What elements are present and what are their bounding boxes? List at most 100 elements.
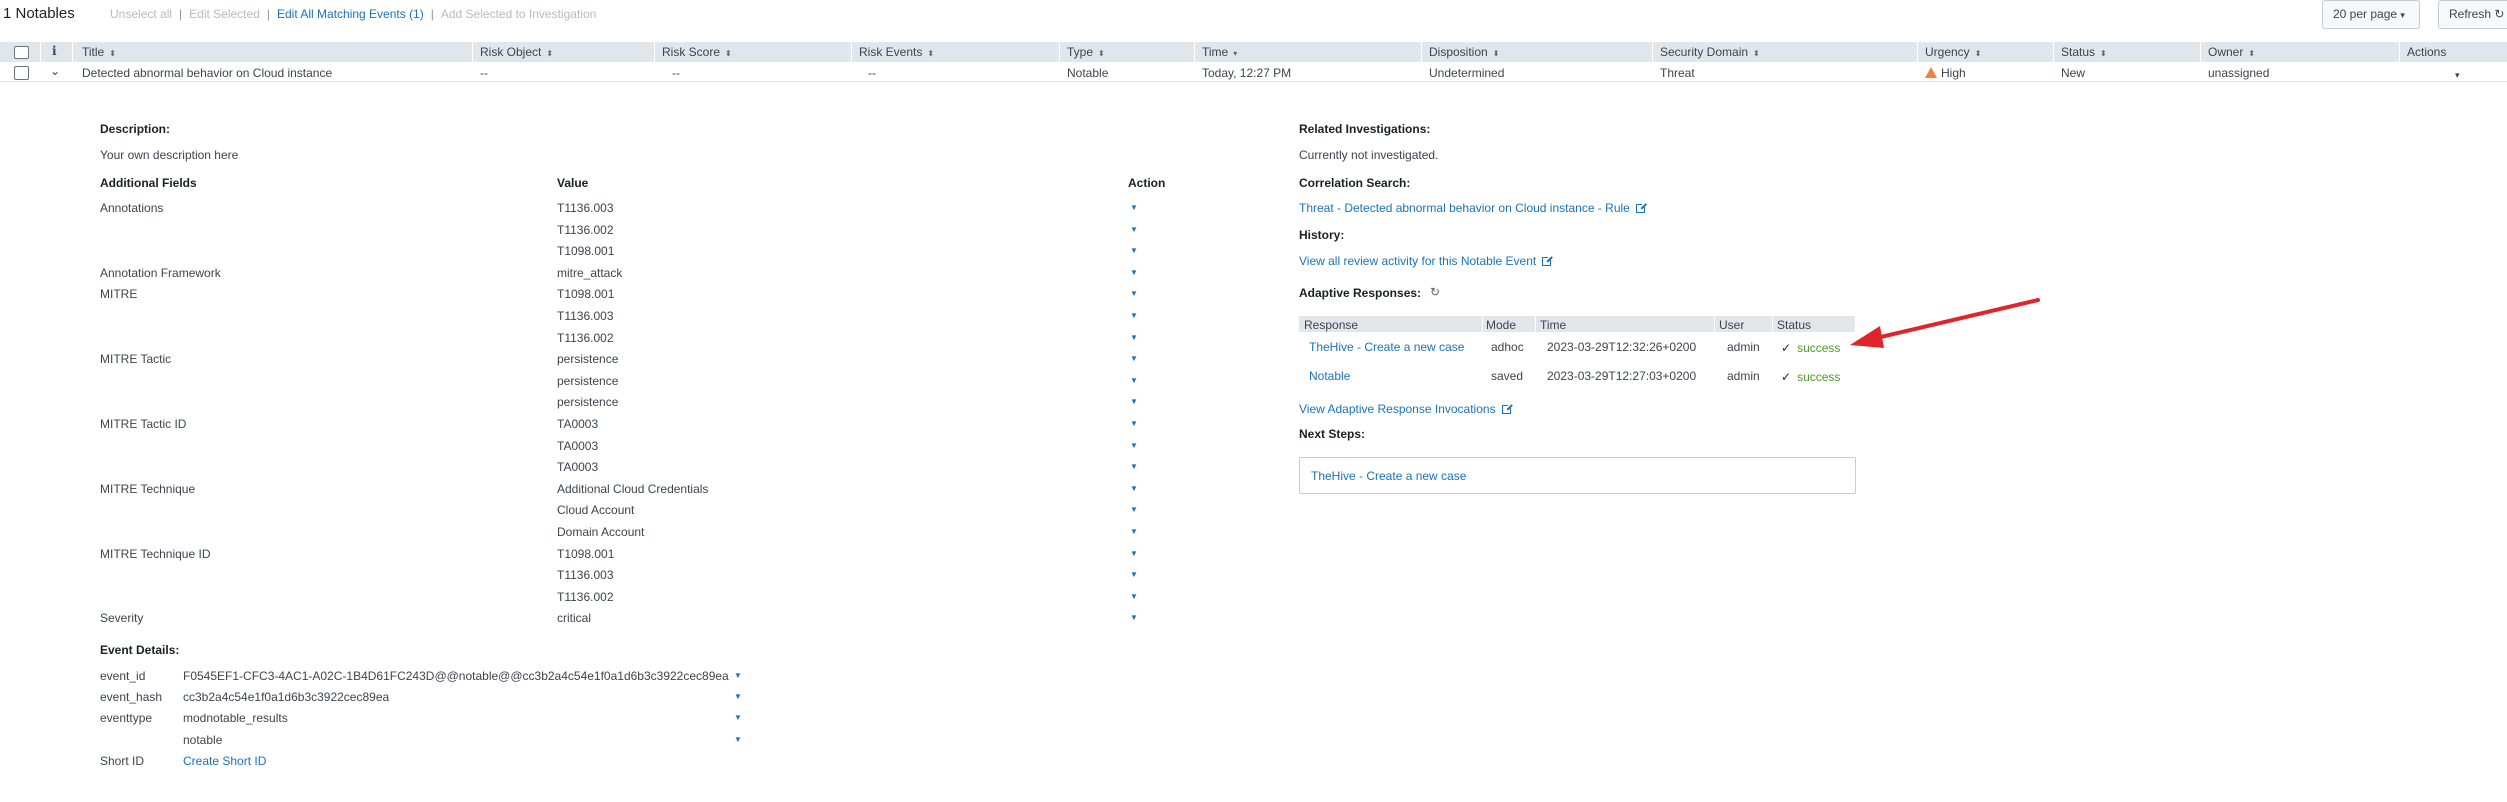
refresh-icon[interactable]: ↻ bbox=[1430, 285, 1440, 299]
view-invocations-link[interactable]: View Adaptive Response Invocations bbox=[1299, 402, 1513, 416]
field-action-dropdown-icon[interactable]: ▼ bbox=[1130, 527, 1138, 536]
warning-icon bbox=[1925, 67, 1937, 78]
row-risk-score: -- bbox=[672, 66, 680, 80]
ar-status: ✓ success bbox=[1781, 341, 1840, 355]
col-risk-score[interactable]: Risk Score ⬍ bbox=[662, 45, 732, 59]
col-disposition[interactable]: Disposition ⬍ bbox=[1429, 45, 1499, 59]
col-risk-events[interactable]: Risk Events ⬍ bbox=[859, 45, 934, 59]
field-value: T1098.001 bbox=[557, 287, 615, 301]
description-text: Your own description here bbox=[100, 148, 239, 162]
add-to-investigation-link[interactable]: Add Selected to Investigation bbox=[441, 7, 596, 21]
create-short-id-link[interactable]: Create Short ID bbox=[183, 754, 266, 768]
row-actions-caret-icon[interactable]: ▾ bbox=[2455, 67, 2460, 81]
ar-col-time: Time bbox=[1540, 318, 1567, 332]
event-field-dropdown-icon[interactable]: ▼ bbox=[734, 735, 742, 744]
field-action-dropdown-icon[interactable]: ▼ bbox=[1130, 397, 1138, 406]
col-time[interactable]: Time ▾ bbox=[1202, 45, 1237, 59]
ar-col-user: User bbox=[1719, 318, 1745, 332]
field-action-dropdown-icon[interactable]: ▼ bbox=[1130, 311, 1138, 320]
field-value: T1136.002 bbox=[557, 331, 614, 345]
ar-time: 2023-03-29T12:32:26+0200 bbox=[1547, 340, 1697, 354]
per-page-select[interactable]: 20 per page ▾ bbox=[2322, 0, 2420, 29]
event-field-dropdown-icon[interactable]: ▼ bbox=[734, 713, 742, 722]
field-action-dropdown-icon[interactable]: ▼ bbox=[1130, 333, 1138, 342]
row-risk-object: -- bbox=[480, 66, 488, 80]
field-action-dropdown-icon[interactable]: ▼ bbox=[1130, 484, 1138, 493]
col-security-domain[interactable]: Security Domain ⬍ bbox=[1660, 45, 1760, 59]
field-action-dropdown-icon[interactable]: ▼ bbox=[1130, 289, 1138, 298]
ar-response-link[interactable]: TheHive - Create a new case bbox=[1309, 340, 1464, 354]
info-icon: i bbox=[52, 44, 57, 58]
field-action-dropdown-icon[interactable]: ▼ bbox=[1130, 354, 1138, 363]
field-value: T1136.002 bbox=[557, 223, 614, 237]
col-title[interactable]: Title ⬍ bbox=[82, 45, 116, 59]
table-header: i Title ⬍ Risk Object ⬍ Risk Score ⬍ Risk E… bbox=[0, 42, 2507, 62]
sort-icon: ⬍ bbox=[546, 49, 554, 58]
field-value: T1136.003 bbox=[557, 568, 614, 582]
sort-icon: ⬍ bbox=[1974, 49, 1982, 58]
field-action-dropdown-icon[interactable]: ▼ bbox=[1130, 225, 1138, 234]
action-header: Action bbox=[1128, 176, 1166, 190]
field-action-dropdown-icon[interactable]: ▼ bbox=[1130, 505, 1138, 514]
event-field-value: cc3b2a4c54e1f0a1d6b3c3922cec89ea bbox=[183, 690, 390, 704]
sort-icon: ⬍ bbox=[1492, 49, 1500, 58]
history-link[interactable]: View all review activity for this Notabl… bbox=[1299, 254, 1554, 268]
row-title: Detected abnormal behavior on Cloud inst… bbox=[82, 66, 333, 80]
event-field-dropdown-icon[interactable]: ▼ bbox=[734, 671, 742, 680]
row-status: New bbox=[2061, 66, 2086, 80]
col-urgency[interactable]: Urgency ⬍ bbox=[1925, 45, 1981, 59]
col-type[interactable]: Type ⬍ bbox=[1067, 45, 1105, 59]
external-link-icon bbox=[1635, 202, 1647, 213]
field-action-dropdown-icon[interactable]: ▼ bbox=[1130, 613, 1138, 622]
field-action-dropdown-icon[interactable]: ▼ bbox=[1130, 441, 1138, 450]
edit-selected-link[interactable]: Edit Selected bbox=[189, 7, 260, 21]
field-action-dropdown-icon[interactable]: ▼ bbox=[1130, 570, 1138, 579]
field-name: Annotation Framework bbox=[100, 266, 221, 280]
refresh-icon: ↻ bbox=[2494, 7, 2505, 21]
field-name: MITRE Tactic ID bbox=[100, 417, 187, 431]
select-all-checkbox[interactable] bbox=[14, 46, 29, 59]
field-action-dropdown-icon[interactable]: ▼ bbox=[1130, 549, 1138, 558]
ar-user: admin bbox=[1727, 340, 1760, 354]
field-value: T1136.003 bbox=[557, 309, 614, 323]
sort-icon: ⬍ bbox=[1098, 49, 1105, 58]
field-action-dropdown-icon[interactable]: ▼ bbox=[1130, 246, 1138, 255]
chevron-down-icon[interactable]: ⌄ bbox=[50, 64, 60, 78]
field-action-dropdown-icon[interactable]: ▼ bbox=[1130, 203, 1138, 212]
field-action-dropdown-icon[interactable]: ▼ bbox=[1130, 419, 1138, 428]
field-value: persistence bbox=[557, 352, 619, 366]
row-urgency: High bbox=[1925, 66, 1966, 80]
external-link-icon bbox=[1542, 255, 1554, 266]
next-steps-label: Next Steps: bbox=[1299, 427, 1366, 441]
event-field-value: notable bbox=[183, 733, 223, 747]
history-label: History: bbox=[1299, 228, 1345, 242]
notables-count: 1 Notables bbox=[3, 5, 75, 22]
field-value: critical bbox=[557, 611, 592, 625]
check-icon: ✓ bbox=[1781, 370, 1792, 384]
correlation-search-link[interactable]: Threat - Detected abnormal behavior on C… bbox=[1299, 201, 1647, 215]
field-action-dropdown-icon[interactable]: ▼ bbox=[1130, 462, 1138, 471]
event-field-dropdown-icon[interactable]: ▼ bbox=[734, 692, 742, 701]
field-action-dropdown-icon[interactable]: ▼ bbox=[1130, 376, 1138, 385]
ar-user: admin bbox=[1727, 369, 1760, 383]
col-risk-object[interactable]: Risk Object ⬍ bbox=[480, 45, 553, 59]
related-investigations-label: Related Investigations: bbox=[1299, 122, 1431, 136]
edit-all-link[interactable]: Edit All Matching Events (1) bbox=[277, 7, 424, 21]
description-label: Description: bbox=[100, 122, 171, 136]
col-status[interactable]: Status ⬍ bbox=[2061, 45, 2107, 59]
field-action-dropdown-icon[interactable]: ▼ bbox=[1130, 268, 1138, 277]
row-checkbox[interactable] bbox=[14, 66, 29, 80]
refresh-button[interactable]: Refresh ↻ bbox=[2438, 0, 2507, 29]
col-owner[interactable]: Owner ⬍ bbox=[2208, 45, 2255, 59]
unselect-all-link[interactable]: Unselect all bbox=[110, 7, 172, 21]
field-value: mitre_attack bbox=[557, 266, 623, 280]
table-row[interactable]: ⌄ Detected abnormal behavior on Cloud in… bbox=[0, 62, 2507, 82]
event-field-value: F0545EF1-CFC3-4AC1-A02C-1B4D61FC243D@@no… bbox=[183, 669, 729, 683]
field-action-dropdown-icon[interactable]: ▼ bbox=[1130, 592, 1138, 601]
adaptive-responses-label: Adaptive Responses: bbox=[1299, 286, 1422, 300]
ar-response-link[interactable]: Notable bbox=[1309, 369, 1350, 383]
next-step-link[interactable]: TheHive - Create a new case bbox=[1311, 469, 1466, 483]
sort-icon: ⬍ bbox=[2248, 49, 2256, 58]
field-value: Cloud Account bbox=[557, 503, 635, 517]
field-value: Domain Account bbox=[557, 525, 645, 539]
